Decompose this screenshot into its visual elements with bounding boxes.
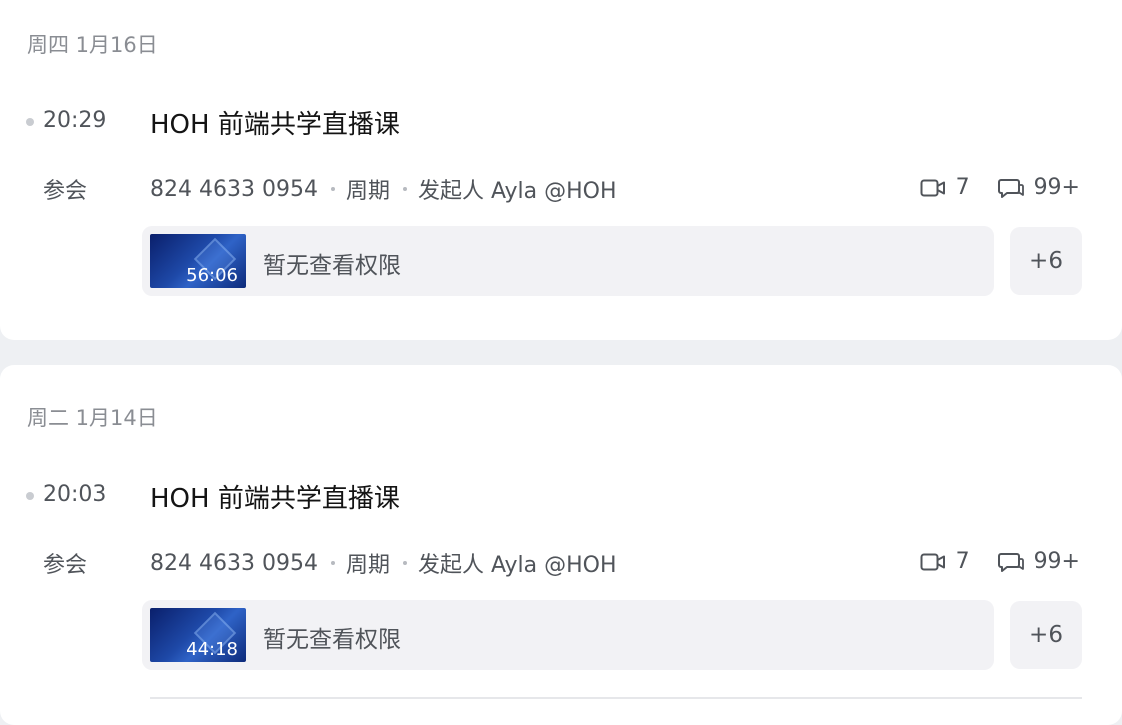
meeting-time: 20:03 (43, 482, 107, 507)
recording-duration: 44:18 (186, 639, 238, 660)
meeting-organizer: 发起人 Ayla @HOH (417, 179, 617, 204)
recording-status: 暂无查看权限 (263, 627, 401, 653)
recording-item[interactable]: 56:06 暂无查看权限 (142, 226, 994, 296)
recording-duration: 56:06 (186, 265, 238, 286)
recording-item[interactable]: 44:18 暂无查看权限 (142, 600, 994, 670)
comment-count[interactable]: 99+ (1034, 549, 1080, 574)
separator-dot (402, 561, 407, 565)
more-recordings-button[interactable]: +6 (1010, 227, 1082, 295)
comment-bubble-icon (997, 552, 1024, 572)
meeting-recurrence: 周期 (345, 553, 390, 578)
video-count[interactable]: 7 (956, 549, 970, 574)
meeting-id[interactable]: 824 4633 0954 (150, 551, 318, 576)
separator-dot (402, 187, 407, 191)
recording-thumbnail[interactable]: 56:06 (150, 234, 246, 288)
recording-thumbnail[interactable]: 44:18 (150, 608, 246, 662)
date-header: 周四 1月16日 (27, 33, 158, 57)
meeting-id[interactable]: 824 4633 0954 (150, 177, 318, 202)
meeting-group-card: 周四 1月16日 20:29 HOH 前端共学直播课 参会 824 4633 0… (0, 0, 1122, 340)
meeting-meta: 824 4633 0954 周期 发起人 Ayla @HOH (150, 547, 617, 579)
video-camera-icon (920, 179, 945, 196)
video-camera-icon (920, 553, 945, 570)
comment-count[interactable]: 99+ (1034, 175, 1080, 200)
meeting-organizer: 发起人 Ayla @HOH (417, 553, 617, 578)
timeline-dot (26, 492, 34, 500)
meeting-recurrence: 周期 (345, 179, 390, 204)
separator-dot (330, 187, 335, 191)
meeting-title[interactable]: HOH 前端共学直播课 (150, 104, 400, 141)
comment-bubble-icon (997, 178, 1024, 198)
timeline-dot (26, 118, 34, 126)
video-count[interactable]: 7 (956, 175, 970, 200)
recording-status: 暂无查看权限 (263, 253, 401, 279)
meeting-role: 参会 (43, 179, 88, 204)
meeting-stats: 7 99+ (920, 549, 1080, 574)
meeting-stats: 7 99+ (920, 175, 1080, 200)
meeting-time: 20:29 (43, 108, 107, 133)
meeting-meta: 824 4633 0954 周期 发起人 Ayla @HOH (150, 173, 617, 205)
meeting-group-card: 周二 1月14日 20:03 HOH 前端共学直播课 参会 824 4633 0… (0, 365, 1122, 725)
separator-dot (330, 561, 335, 565)
more-recordings-button[interactable]: +6 (1010, 601, 1082, 669)
date-header: 周二 1月14日 (27, 406, 158, 430)
divider (150, 697, 1082, 699)
meeting-title[interactable]: HOH 前端共学直播课 (150, 478, 400, 515)
meeting-role: 参会 (43, 553, 88, 578)
